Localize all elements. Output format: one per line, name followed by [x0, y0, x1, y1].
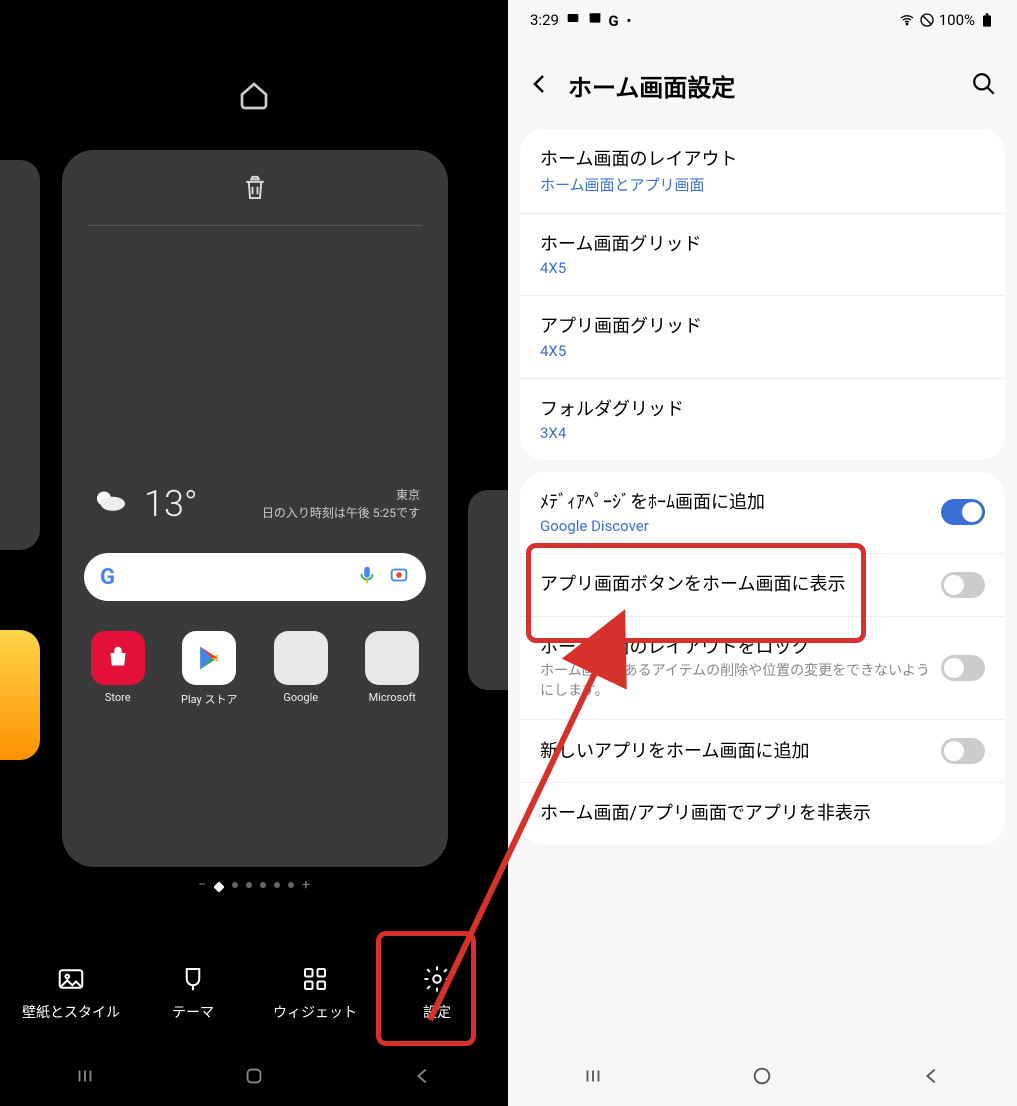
row-home-grid[interactable]: ホーム画面グリッド 4X5 — [520, 214, 1005, 296]
battery-text: 100% — [939, 11, 975, 29]
nav-bar — [508, 1050, 1017, 1106]
default-home-indicator — [0, 0, 508, 114]
toggle-lock-layout[interactable] — [941, 655, 985, 681]
google-logo: G — [100, 565, 115, 590]
page-peek-right[interactable] — [468, 150, 508, 867]
app-play[interactable]: Play ストア — [169, 631, 249, 707]
wallpaper-button[interactable]: 壁紙とスタイル — [16, 958, 126, 1028]
widgets-button[interactable]: ウィジェット — [260, 958, 370, 1028]
widgets-icon — [300, 964, 330, 994]
brush-icon — [178, 964, 208, 994]
search-button[interactable] — [971, 71, 997, 101]
app-store[interactable]: Store — [78, 631, 158, 707]
weather-city: 東京 — [262, 486, 420, 504]
wifi-icon — [899, 12, 915, 28]
lens-icon[interactable] — [388, 564, 410, 590]
settings-list: ホーム画面のレイアウト ホーム画面とアプリ画面 ホーム画面グリッド 4X5 アプ… — [520, 129, 1005, 460]
row-add-new-apps[interactable]: 新しいアプリをホーム画面に追加 — [520, 720, 1005, 783]
home-button[interactable] — [751, 1065, 773, 1091]
mic-icon[interactable] — [356, 564, 378, 590]
settings-header: ホーム画面設定 — [508, 40, 1017, 123]
recents-button[interactable] — [582, 1065, 604, 1091]
dot-home[interactable] — [213, 881, 224, 892]
app-microsoft-folder[interactable]: Microsoft — [352, 631, 432, 707]
settings-list-2: ﾒﾃﾞｨｱﾍﾟｰｼﾞをﾎｰﾑ画面に追加 Google Discover アプリ画… — [520, 472, 1005, 845]
divider — [88, 225, 422, 226]
home-button[interactable] — [243, 1065, 265, 1091]
page-peek-left[interactable] — [0, 150, 40, 867]
row-media-page[interactable]: ﾒﾃﾞｨｱﾍﾟｰｼﾞをﾎｰﾑ画面に追加 Google Discover — [520, 472, 1005, 554]
status-bar: 3:29 G • 100% — [508, 0, 1017, 40]
folder-icon — [365, 631, 419, 685]
settings-panel: 3:29 G • 100% ホーム画面設定 ホーム画面のレイアウト ホーム画面と… — [508, 0, 1017, 1106]
temperature: 13° — [144, 483, 198, 525]
weather-widget[interactable]: 13° 東京 日の入り時刻は午後 5:25です — [62, 481, 448, 527]
add-page-icon[interactable]: + — [302, 882, 310, 892]
home-page-preview[interactable]: 13° 東京 日の入り時刻は午後 5:25です G Store Play ストア — [62, 150, 448, 867]
store-icon — [91, 631, 145, 685]
status-icons-right: 100% — [899, 11, 995, 29]
row-hide-apps[interactable]: ホーム画面/アプリ画面でアプリを非表示 — [520, 783, 1005, 844]
folder-icon — [274, 631, 328, 685]
app-google-folder[interactable]: Google — [261, 631, 341, 707]
back-button[interactable] — [921, 1065, 943, 1091]
row-app-grid[interactable]: アプリ画面グリッド 4X5 — [520, 296, 1005, 378]
page-indicator[interactable]: − + — [0, 882, 508, 892]
play-icon — [182, 631, 236, 685]
recents-button[interactable] — [74, 1065, 96, 1091]
image-icon — [56, 964, 86, 994]
toggle-apps-button[interactable] — [941, 572, 985, 598]
status-time: 3:29 — [530, 11, 559, 29]
delete-page-button[interactable] — [62, 150, 448, 225]
google-search-bar[interactable]: G — [84, 553, 426, 601]
nav-bar — [0, 1050, 508, 1106]
weather-icon — [90, 481, 132, 527]
status-icons-left: G • — [565, 10, 632, 30]
annotation-highlight-settings — [376, 931, 476, 1046]
dnd-icon — [919, 12, 935, 28]
row-home-layout[interactable]: ホーム画面のレイアウト ホーム画面とアプリ画面 — [520, 129, 1005, 214]
trash-icon — [240, 173, 270, 203]
weather-sunset: 日の入り時刻は午後 5:25です — [262, 504, 420, 522]
battery-icon — [979, 12, 995, 28]
back-button[interactable] — [528, 72, 552, 100]
app-row: Store Play ストア Google Microsoft — [62, 601, 448, 707]
themes-button[interactable]: テーマ — [138, 958, 248, 1028]
toggle-media-page[interactable] — [941, 499, 985, 525]
annotation-highlight-media — [526, 543, 866, 643]
page-title: ホーム画面設定 — [568, 68, 735, 103]
toggle-add-new-apps[interactable] — [941, 738, 985, 764]
remove-page-icon[interactable]: − — [198, 882, 206, 892]
row-folder-grid[interactable]: フォルダグリッド 3X4 — [520, 379, 1005, 460]
home-editor-panel: 13° 東京 日の入り時刻は午後 5:25です G Store Play ストア — [0, 0, 508, 1106]
back-button[interactable] — [412, 1065, 434, 1091]
